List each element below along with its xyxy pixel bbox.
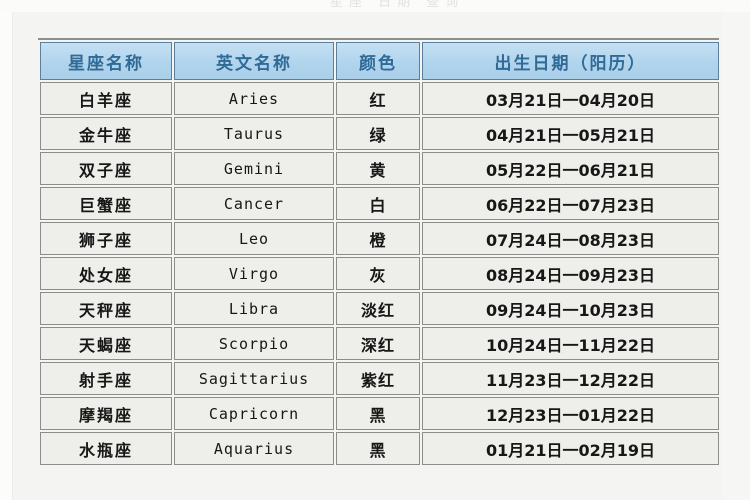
cell-english-name: Aries bbox=[174, 82, 334, 115]
cell-zodiac-name: 天蝎座 bbox=[40, 327, 172, 360]
cell-zodiac-name: 摩羯座 bbox=[40, 397, 172, 430]
cell-color-value: 淡红 bbox=[336, 292, 420, 325]
zodiac-reference-page: 星座 日期 查询 星座名称 英文名称 颜色 出生日期（阳历） 白羊座 Aries 红… bbox=[0, 0, 750, 500]
cell-zodiac-name: 金牛座 bbox=[40, 117, 172, 150]
table-body: 白羊座 Aries 红 03月21日一04月20日 金牛座 Taurus 绿 04月21日一0… bbox=[40, 82, 719, 465]
cell-zodiac-name: 处女座 bbox=[40, 257, 172, 290]
column-header-birth-date: 出生日期（阳历） bbox=[422, 42, 719, 80]
cell-birth-date: 03月21日一04月20日 bbox=[422, 82, 719, 115]
cell-english-name: Capricorn bbox=[174, 397, 334, 430]
cell-birth-date: 10月24日一11月22日 bbox=[422, 327, 719, 360]
table-header-row: 星座名称 英文名称 颜色 出生日期（阳历） bbox=[40, 42, 719, 80]
table-row: 天秤座 Libra 淡红 09月24日一10月23日 bbox=[40, 292, 719, 325]
cell-zodiac-name: 巨蟹座 bbox=[40, 187, 172, 220]
cell-english-name: Cancer bbox=[174, 187, 334, 220]
cell-english-name: Gemini bbox=[174, 152, 334, 185]
cell-english-name: Libra bbox=[174, 292, 334, 325]
cell-birth-date: 06月22日一07月23日 bbox=[422, 187, 719, 220]
cell-birth-date: 12月23日一01月22日 bbox=[422, 397, 719, 430]
table-row: 狮子座 Leo 橙 07月24日一08月23日 bbox=[40, 222, 719, 255]
cell-zodiac-name: 狮子座 bbox=[40, 222, 172, 255]
table-row: 处女座 Virgo 灰 08月24日一09月23日 bbox=[40, 257, 719, 290]
clipped-top-text-strip: 星座 日期 查询 bbox=[0, 0, 750, 12]
zodiac-table-container: 星座名称 英文名称 颜色 出生日期（阳历） 白羊座 Aries 红 03月21日一04… bbox=[38, 38, 719, 467]
cell-color-value: 黑 bbox=[336, 432, 420, 465]
cell-color-value: 深红 bbox=[336, 327, 420, 360]
table-row: 摩羯座 Capricorn 黑 12月23日一01月22日 bbox=[40, 397, 719, 430]
cell-birth-date: 09月24日一10月23日 bbox=[422, 292, 719, 325]
cell-zodiac-name: 水瓶座 bbox=[40, 432, 172, 465]
table-row: 天蝎座 Scorpio 深红 10月24日一11月22日 bbox=[40, 327, 719, 360]
cell-color-value: 黑 bbox=[336, 397, 420, 430]
cell-color-value: 绿 bbox=[336, 117, 420, 150]
column-header-english-name: 英文名称 bbox=[174, 42, 334, 80]
zodiac-sign-table: 星座名称 英文名称 颜色 出生日期（阳历） 白羊座 Aries 红 03月21日一04… bbox=[38, 40, 721, 467]
clipped-top-text: 星座 日期 查询 bbox=[330, 0, 465, 10]
cell-birth-date: 01月21日一02月19日 bbox=[422, 432, 719, 465]
cell-color-value: 灰 bbox=[336, 257, 420, 290]
cell-zodiac-name: 射手座 bbox=[40, 362, 172, 395]
cell-birth-date: 05月22日一06月21日 bbox=[422, 152, 719, 185]
cell-birth-date: 04月21日一05月21日 bbox=[422, 117, 719, 150]
right-margin-band bbox=[722, 12, 750, 500]
cell-english-name: Aquarius bbox=[174, 432, 334, 465]
cell-zodiac-name: 白羊座 bbox=[40, 82, 172, 115]
column-header-color: 颜色 bbox=[336, 42, 420, 80]
cell-color-value: 白 bbox=[336, 187, 420, 220]
cell-birth-date: 07月24日一08月23日 bbox=[422, 222, 719, 255]
table-row: 射手座 Sagittarius 紫红 11月23日一12月22日 bbox=[40, 362, 719, 395]
table-row: 巨蟹座 Cancer 白 06月22日一07月23日 bbox=[40, 187, 719, 220]
cell-birth-date: 08月24日一09月23日 bbox=[422, 257, 719, 290]
cell-zodiac-name: 双子座 bbox=[40, 152, 172, 185]
cell-english-name: Scorpio bbox=[174, 327, 334, 360]
cell-color-value: 橙 bbox=[336, 222, 420, 255]
left-margin-band bbox=[0, 12, 13, 500]
table-row: 双子座 Gemini 黄 05月22日一06月21日 bbox=[40, 152, 719, 185]
cell-color-value: 红 bbox=[336, 82, 420, 115]
cell-english-name: Sagittarius bbox=[174, 362, 334, 395]
table-header: 星座名称 英文名称 颜色 出生日期（阳历） bbox=[40, 42, 719, 80]
cell-english-name: Taurus bbox=[174, 117, 334, 150]
cell-english-name: Leo bbox=[174, 222, 334, 255]
cell-color-value: 紫红 bbox=[336, 362, 420, 395]
cell-birth-date: 11月23日一12月22日 bbox=[422, 362, 719, 395]
cell-color-value: 黄 bbox=[336, 152, 420, 185]
table-row: 水瓶座 Aquarius 黑 01月21日一02月19日 bbox=[40, 432, 719, 465]
cell-english-name: Virgo bbox=[174, 257, 334, 290]
column-header-zodiac-name: 星座名称 bbox=[40, 42, 172, 80]
table-row: 金牛座 Taurus 绿 04月21日一05月21日 bbox=[40, 117, 719, 150]
table-row: 白羊座 Aries 红 03月21日一04月20日 bbox=[40, 82, 719, 115]
cell-zodiac-name: 天秤座 bbox=[40, 292, 172, 325]
